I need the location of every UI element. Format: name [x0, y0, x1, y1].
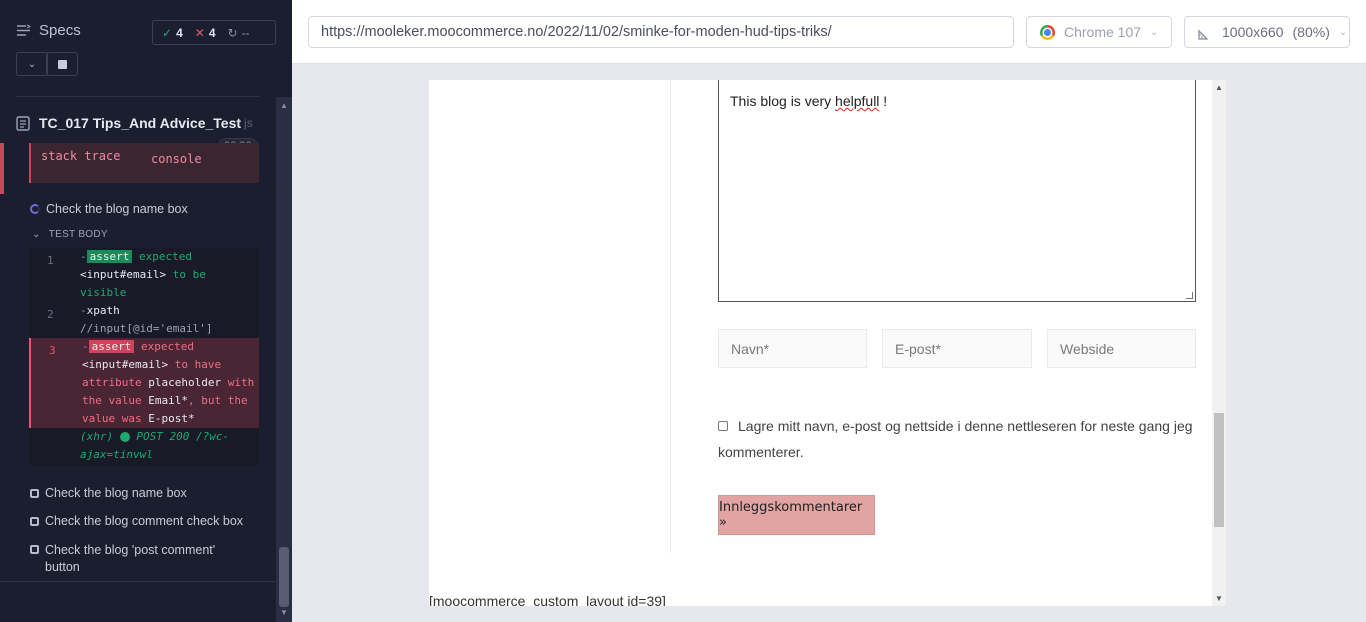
- layout-shortcode: [moocommerce_custom_layout id=39]: [429, 593, 666, 606]
- scrollbar-thumb[interactable]: [1214, 413, 1224, 527]
- command-value: E-post*: [148, 412, 195, 425]
- pending-test-icon: [30, 545, 39, 554]
- failed-count: ✕ 4: [194, 25, 216, 40]
- spec-file-title[interactable]: TC_017 Tips_And Advice_Test js: [16, 115, 253, 131]
- name-input[interactable]: Navn*: [718, 329, 867, 368]
- test-title: Check the blog comment check box: [45, 514, 244, 528]
- submit-comment-button[interactable]: Innleggskommentarer »: [718, 495, 875, 535]
- test-title: Check the blog 'post comment' button: [45, 543, 216, 574]
- website-input[interactable]: Webside: [1047, 329, 1196, 368]
- app-viewport: This blog is very helpfull ! Navn* E-pos…: [429, 80, 1225, 606]
- command-list: 1 - assert expected <input#email> to be v…: [29, 248, 259, 465]
- command-selector: //input[@id='email']: [80, 322, 213, 335]
- error-actions: stack trace console: [29, 143, 259, 183]
- stats-summary: ✓ 4 ✕ 4 ↻ --: [152, 20, 276, 45]
- pending-count: ↻ --: [227, 25, 250, 40]
- collapse-button[interactable]: ⌄: [16, 52, 48, 76]
- pending-test-icon: [30, 517, 39, 526]
- active-test-item[interactable]: Check the blog name box: [30, 202, 188, 216]
- column-divider: [670, 80, 671, 553]
- passed-count: ✓ 4: [162, 25, 183, 40]
- command-text: expected: [141, 340, 194, 353]
- save-info-checkbox[interactable]: [718, 421, 728, 431]
- test-item[interactable]: Check the blog 'post comment' button: [30, 542, 230, 576]
- test-body-header[interactable]: ⌄ TEST BODY: [32, 229, 108, 240]
- command-value: placeholder: [148, 376, 222, 389]
- stop-button[interactable]: [46, 52, 78, 76]
- running-icon: [30, 204, 40, 214]
- scroll-down-icon[interactable]: ▼: [280, 608, 288, 617]
- file-icon: [16, 115, 30, 131]
- check-icon: ✓: [162, 25, 173, 40]
- page-scrollbar[interactable]: ▲ ▼: [1212, 80, 1226, 606]
- command-number: 1: [47, 254, 54, 267]
- email-input[interactable]: E-post*: [882, 329, 1032, 368]
- browser-label: Chrome 107: [1064, 24, 1142, 40]
- test-title: Check the blog name box: [46, 202, 188, 216]
- command-tag: assert: [86, 250, 133, 263]
- xhr-label: (xhr): [80, 430, 114, 443]
- scroll-up-icon[interactable]: ▲: [1215, 83, 1223, 92]
- chrome-icon: [1040, 24, 1055, 40]
- pending-test-icon: [30, 489, 39, 498]
- chevron-down-icon: ⌄: [32, 229, 41, 240]
- command-text: expected: [139, 250, 192, 263]
- specs-label: Specs: [39, 22, 81, 39]
- specs-list-icon: [17, 24, 31, 36]
- zoom-level: (80%): [1292, 24, 1330, 40]
- status-dot-icon: [119, 432, 130, 442]
- command-subject: <input#email>: [80, 268, 167, 281]
- divider: [0, 581, 276, 582]
- command-subject: <input#email>: [82, 358, 169, 371]
- consent-label: Lagre mitt navn, e-post og nettside i de…: [718, 418, 1193, 460]
- stack-trace-link[interactable]: stack trace: [41, 149, 120, 163]
- scroll-up-icon[interactable]: ▲: [280, 101, 288, 110]
- command-row[interactable]: 1 - assert expected <input#email> to be v…: [29, 248, 259, 308]
- test-title: Check the blog name box: [45, 486, 187, 500]
- command-row-failed[interactable]: 3 - assert expected <input#email> to have…: [29, 338, 259, 428]
- viewport-info[interactable]: 1000x660 (80%) ⌄: [1184, 16, 1350, 48]
- test-body-label: TEST BODY: [48, 229, 108, 240]
- scrollbar-thumb[interactable]: [279, 547, 289, 607]
- reporter-scrollbar[interactable]: ▲ ▼: [276, 97, 292, 622]
- command-row[interactable]: 2 -xpath //input[@id='email']: [29, 302, 259, 338]
- spec-file-ext: js: [244, 116, 253, 130]
- chevron-down-icon: ⌄: [1150, 26, 1159, 38]
- cross-icon: ✕: [194, 25, 205, 40]
- ruler-icon: [1198, 28, 1209, 40]
- stop-icon: [57, 59, 67, 69]
- save-info-consent: Lagre mitt navn, e-post og nettside i de…: [718, 413, 1198, 465]
- command-number: 2: [47, 308, 54, 321]
- test-item[interactable]: Check the blog name box: [30, 486, 187, 500]
- resize-handle[interactable]: [1186, 292, 1193, 299]
- command-name: xpath: [86, 304, 120, 317]
- misspelled-word: helpfull: [835, 93, 880, 109]
- comment-text: !: [879, 93, 888, 109]
- console-link[interactable]: console: [151, 152, 202, 166]
- spec-file-name: TC_017 Tips_And Advice_Test: [39, 115, 242, 131]
- comment-text: This blog is very: [730, 93, 836, 109]
- test-item[interactable]: Check the blog comment check box: [30, 514, 243, 528]
- command-tag: assert: [88, 340, 135, 353]
- chevron-down-icon: ⌄: [27, 58, 37, 70]
- command-number: 3: [49, 344, 56, 357]
- failure-indicator: [0, 143, 4, 194]
- url-bar[interactable]: https://mooleker.moocommerce.no/2022/11/…: [308, 16, 1014, 48]
- chevron-down-icon: ⌄: [1338, 26, 1348, 38]
- command-log-panel: Specs ✓ 4 ✕ 4 ↻ -- ⌄ TC_017 Tips_And Advice…: [0, 0, 292, 622]
- specs-header[interactable]: Specs: [16, 22, 81, 39]
- runner-toolbar: https://mooleker.moocommerce.no/2022/11/…: [292, 0, 1366, 64]
- scroll-down-icon[interactable]: ▼: [1215, 594, 1223, 603]
- comment-textarea[interactable]: This blog is very helpfull !: [718, 80, 1196, 302]
- xhr-row[interactable]: (xhr) POST 200 /?wc-ajax=tinvwl: [29, 428, 259, 465]
- command-value: Email*: [148, 394, 188, 407]
- runner-scroll[interactable]: TC_017 Tips_And Advice_Test js 00:26 sta…: [0, 97, 276, 622]
- spinner-icon: ↻: [227, 25, 238, 40]
- viewport-size: 1000x660: [1222, 24, 1284, 40]
- browser-selector[interactable]: Chrome 107 ⌄: [1026, 16, 1172, 48]
